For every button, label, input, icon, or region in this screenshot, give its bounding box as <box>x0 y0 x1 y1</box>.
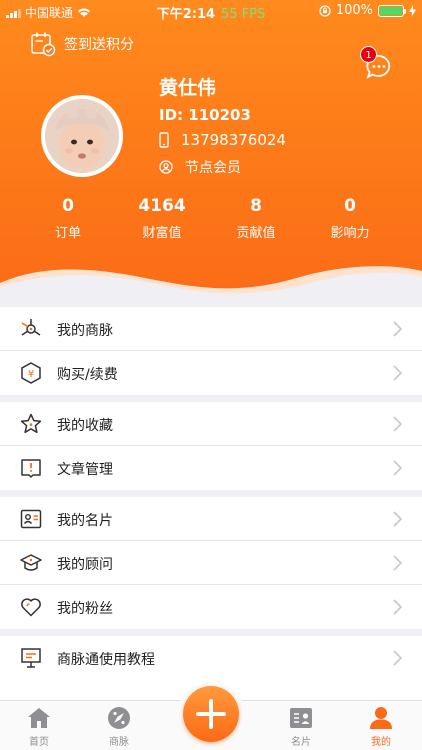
chevron-right-icon <box>393 599 402 615</box>
calendar-check-icon <box>31 32 56 57</box>
menu-group-content: 我的收藏 文章管理 <box>0 402 422 490</box>
stat-contribution[interactable]: 8 贡献值 <box>216 196 296 241</box>
stat-orders[interactable]: 0 订单 <box>28 196 108 241</box>
status-bar: 中国联通 下午2:14 55 FPS 100% <box>0 0 422 22</box>
menu-label: 我的商脉 <box>57 323 113 339</box>
menu-label: 我的收藏 <box>57 418 113 434</box>
user-phone: 13798376024 <box>181 131 286 149</box>
menu-label: 购买/续费 <box>57 367 118 383</box>
tab-mine[interactable]: 我的 <box>351 705 411 748</box>
compass-icon <box>108 707 130 729</box>
menu-item-favorites[interactable]: 我的收藏 <box>0 402 422 446</box>
charging-icon <box>409 4 416 17</box>
profile-header: 中国联通 下午2:14 55 FPS 100% 签到送积分 1 黄仕伟 ID: … <box>0 0 422 310</box>
baby-photo-icon <box>45 99 119 173</box>
menu-item-purchase-renew[interactable]: ¥ 购买/续费 <box>0 351 422 395</box>
status-right: 100% <box>319 3 416 18</box>
star-icon <box>20 413 42 434</box>
tab-label: 我的 <box>371 737 391 748</box>
clock: 下午2:14 <box>156 7 216 22</box>
yen-icon: ¥ <box>21 362 41 384</box>
user-name: 黄仕伟 <box>159 77 217 99</box>
user-level-row: 节点会员 <box>159 157 241 177</box>
presentation-icon <box>21 648 41 668</box>
heart-icon <box>21 598 41 617</box>
menu-label: 我的名片 <box>57 513 113 529</box>
orientation-lock-icon <box>319 4 331 17</box>
stat-value: 8 <box>250 196 262 216</box>
menu-item-article-management[interactable]: 文章管理 <box>0 446 422 490</box>
menu-group-business: 我的商脉 ¥ 购买/续费 <box>0 307 422 395</box>
book-icon <box>21 459 41 478</box>
stat-label: 贡献值 <box>236 226 276 241</box>
fps-counter: 55 FPS <box>221 7 266 22</box>
chevron-right-icon <box>393 555 402 571</box>
tab-label: 名片 <box>291 737 311 748</box>
menu-label: 商脉通使用教程 <box>57 652 155 668</box>
stat-influence[interactable]: 0 影响力 <box>310 196 390 241</box>
user-icon <box>370 707 392 729</box>
battery-icon <box>378 4 406 17</box>
menu-item-my-advisor[interactable]: 我的顾问 <box>0 541 422 585</box>
tab-label: 首页 <box>29 737 49 748</box>
menu-label: 我的粉丝 <box>57 601 113 617</box>
user-phone-row: 13798376024 <box>159 131 286 149</box>
graduation-cap-icon <box>20 554 42 571</box>
svg-text:¥: ¥ <box>28 369 34 380</box>
avatar[interactable] <box>41 95 123 177</box>
stat-value: 4164 <box>138 196 186 216</box>
checkin-label: 签到送积分 <box>64 37 134 53</box>
stat-value: 0 <box>344 196 356 216</box>
id-card-icon <box>290 708 312 728</box>
chevron-right-icon <box>393 511 402 527</box>
stat-value: 0 <box>62 196 74 216</box>
add-button[interactable] <box>183 686 239 742</box>
chevron-right-icon <box>393 460 402 476</box>
stat-label: 订单 <box>54 226 81 241</box>
menu-label: 文章管理 <box>57 462 113 478</box>
stat-label: 财富值 <box>142 226 182 241</box>
tab-business[interactable]: 商脉 <box>89 705 149 748</box>
phone-icon <box>159 132 169 148</box>
menu-item-my-fans[interactable]: 我的粉丝 <box>0 585 422 629</box>
network-icon <box>21 319 41 336</box>
user-level: 节点会员 <box>185 160 241 176</box>
card-icon <box>20 509 42 529</box>
chevron-right-icon <box>393 321 402 337</box>
menu-item-tutorial[interactable]: 商脉通使用教程 <box>0 636 422 680</box>
stat-label: 影响力 <box>330 226 370 241</box>
battery-percent: 100% <box>335 3 373 18</box>
chevron-right-icon <box>393 650 402 666</box>
stat-wealth[interactable]: 4164 财富值 <box>122 196 202 241</box>
chevron-right-icon <box>393 416 402 432</box>
menu-label: 我的顾问 <box>57 557 113 573</box>
menu-group-people: 我的名片 我的顾问 我的粉丝 <box>0 497 422 629</box>
member-icon <box>159 160 173 174</box>
tab-label: 商脉 <box>109 737 129 748</box>
avatar-photo <box>45 99 119 173</box>
home-icon <box>28 708 50 728</box>
tab-card[interactable]: 名片 <box>271 705 331 748</box>
plus-icon <box>196 699 226 729</box>
profile-screen: 中国联通 下午2:14 55 FPS 100% 签到送积分 1 黄仕伟 ID: … <box>0 0 422 750</box>
user-id: ID: 110203 <box>159 106 251 124</box>
chevron-right-icon <box>393 365 402 381</box>
tab-home[interactable]: 首页 <box>9 705 69 748</box>
menu-item-my-network[interactable]: 我的商脉 <box>0 307 422 351</box>
menu-item-business-card[interactable]: 我的名片 <box>0 497 422 541</box>
checkin-button[interactable]: 签到送积分 <box>30 31 134 57</box>
header-wave <box>0 266 422 310</box>
message-badge: 1 <box>360 46 377 63</box>
